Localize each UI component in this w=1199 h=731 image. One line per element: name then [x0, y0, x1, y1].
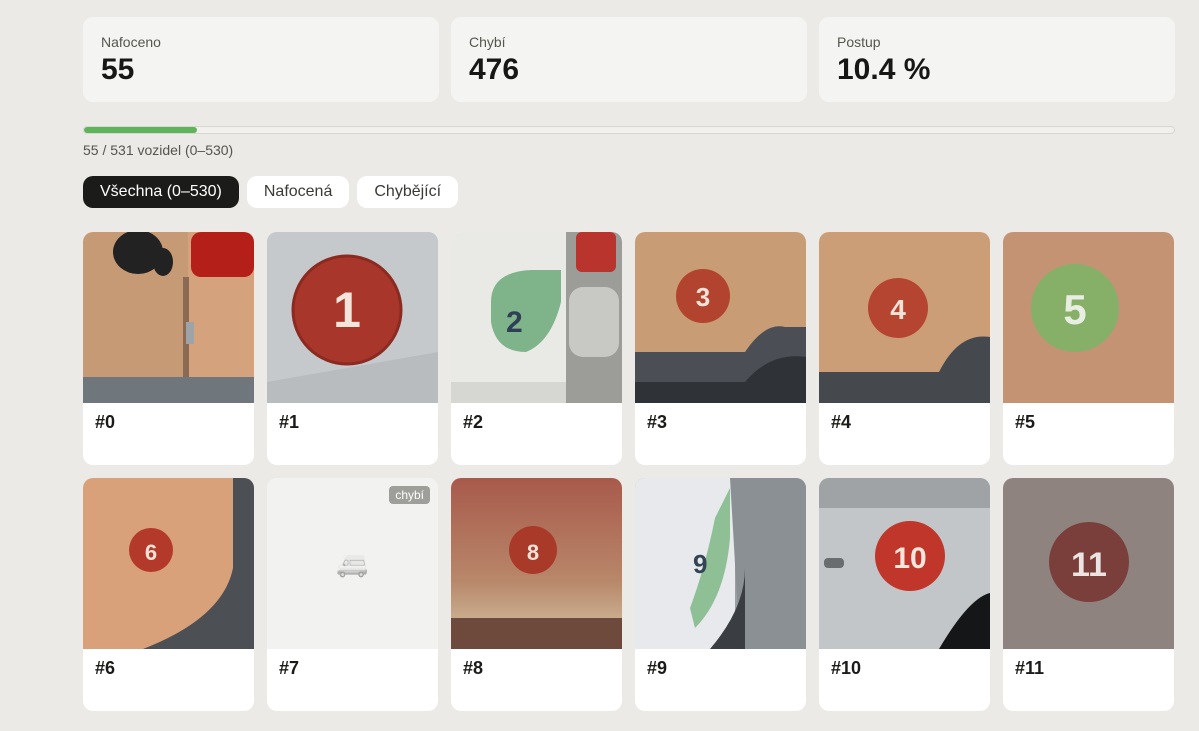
vehicle-photo: 8: [451, 478, 622, 649]
vehicle-card-5[interactable]: 5 #5: [1003, 232, 1174, 465]
vehicle-number: #2: [463, 412, 484, 432]
vehicle-photo: 2: [451, 232, 622, 403]
vehicle-number: #5: [1015, 412, 1036, 432]
progress-fill: [84, 127, 198, 133]
vehicle-photo: 5: [1003, 232, 1174, 403]
filter-tabs: Všechna (0–530) Nafocená Chybějící: [83, 176, 1175, 208]
stat-label: Postup: [837, 34, 881, 50]
stat-label: Chybí: [469, 34, 506, 50]
stat-photographed: Nafoceno 55: [83, 17, 439, 102]
vehicle-number: #3: [647, 412, 668, 432]
svg-text:8: 8: [527, 540, 539, 565]
vehicle-card-1[interactable]: 1 #1: [267, 232, 438, 465]
stat-missing: Chybí 476: [451, 17, 807, 102]
svg-text:6: 6: [145, 540, 157, 565]
svg-text:4: 4: [890, 294, 906, 325]
vehicle-number: #0: [95, 412, 116, 432]
stat-value: 10.4 %: [837, 53, 931, 86]
vehicle-card-11[interactable]: 11 #11: [1003, 478, 1174, 711]
filter-photographed-button[interactable]: Nafocená: [246, 176, 350, 208]
vehicle-card-3[interactable]: 3 #3: [635, 232, 806, 465]
stats-row: Nafoceno 55 Chybí 476 Postup 10.4 %: [83, 17, 1175, 102]
svg-text:11: 11: [1071, 546, 1107, 584]
stat-value: 55: [101, 53, 135, 86]
vehicle-number: #1: [279, 412, 300, 432]
stat-label: Nafoceno: [101, 34, 161, 50]
stat-progress: Postup 10.4 %: [819, 17, 1175, 102]
vehicle-number: #9: [647, 658, 668, 678]
progress-bar: [83, 126, 1175, 134]
stat-value: 476: [469, 53, 520, 86]
progress-text: 55 / 531 vozidel (0–530): [83, 142, 234, 158]
filter-all-button[interactable]: Všechna (0–530): [83, 176, 239, 208]
svg-text:5: 5: [1063, 286, 1086, 333]
vehicle-photo: 4: [819, 232, 990, 403]
vehicle-photo: 1: [267, 232, 438, 403]
vehicle-photo: 6: [83, 478, 254, 649]
vehicle-photo: [83, 232, 254, 403]
vehicle-photo: 11: [1003, 478, 1174, 649]
vehicle-number: #10: [831, 658, 862, 678]
vehicle-number: #7: [279, 658, 300, 678]
vehicle-number: #11: [1015, 658, 1045, 678]
svg-text:9: 9: [693, 549, 707, 579]
vehicle-card-4[interactable]: 4 #4: [819, 232, 990, 465]
vehicle-photo: 10: [819, 478, 990, 649]
vehicle-card-8[interactable]: 8 #8: [451, 478, 622, 711]
vehicle-photo: 3: [635, 232, 806, 403]
svg-text:2: 2: [506, 306, 523, 339]
vehicle-number: #4: [831, 412, 852, 432]
vehicle-number: #8: [463, 658, 484, 678]
vehicle-card-2[interactable]: 2 #2: [451, 232, 622, 465]
vehicle-card-6[interactable]: 6 #6: [83, 478, 254, 711]
vehicle-number: #6: [95, 658, 116, 678]
filter-missing-button[interactable]: Chybějící: [357, 176, 459, 208]
missing-badge: chybí: [389, 486, 430, 504]
svg-text:3: 3: [696, 282, 710, 312]
svg-text:1: 1: [333, 282, 361, 338]
van-icon: 🚐: [336, 548, 369, 578]
vehicle-card-0[interactable]: #0: [83, 232, 254, 465]
vehicle-card-10[interactable]: 10 #10: [819, 478, 990, 711]
vehicle-card-9[interactable]: 9 #9: [635, 478, 806, 711]
vehicle-card-7[interactable]: 🚐 chybí #7: [267, 478, 438, 711]
vehicle-grid: #0 1 #1 2 #2 3 #3 4 #4 5 #5 6 #6 🚐 chybí…: [83, 232, 1175, 711]
svg-text:10: 10: [893, 542, 926, 575]
vehicle-photo: 9: [635, 478, 806, 649]
main-content: Nafoceno 55 Chybí 476 Postup 10.4 % 55 /…: [83, 17, 1175, 711]
